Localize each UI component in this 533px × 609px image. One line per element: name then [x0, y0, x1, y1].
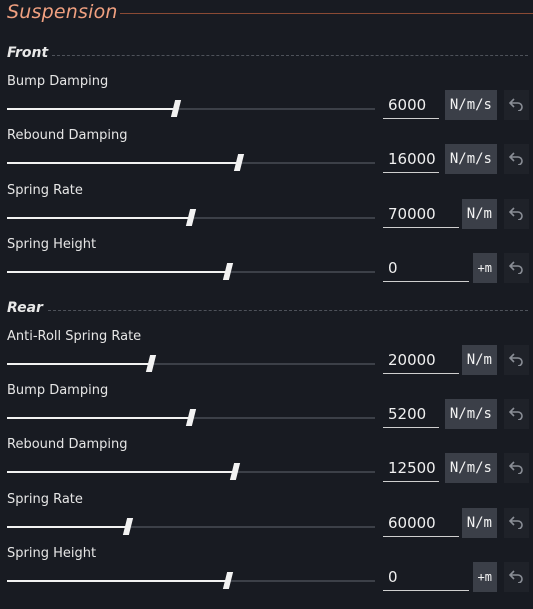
slider-fill	[7, 271, 228, 273]
slider-thumb[interactable]	[145, 355, 156, 372]
slider-track[interactable]	[7, 100, 375, 117]
unit-label: +m	[472, 253, 497, 283]
undo-arrow-icon	[509, 353, 523, 366]
setting-label: Spring Height	[7, 237, 97, 252]
undo-arrow-icon	[509, 407, 523, 420]
section-title-rear: Rear	[7, 300, 43, 316]
setting-row: Bump Damping 5200 N/m/s	[0, 383, 533, 437]
value-input[interactable]: 6000	[383, 92, 439, 119]
setting-row: Anti-Roll Spring Rate 20000 N/m	[0, 329, 533, 383]
unit-label: +m	[472, 562, 497, 592]
slider-thumb[interactable]	[230, 463, 241, 480]
slider-track[interactable]	[7, 463, 375, 480]
header-divider	[120, 13, 533, 14]
setting-row: Rebound Damping 16000 N/m/s	[0, 128, 533, 182]
setting-row: Spring Rate 60000 N/m	[0, 492, 533, 546]
slider-track[interactable]	[7, 572, 375, 589]
panel-header: Suspension	[0, 0, 533, 28]
setting-label: Spring Rate	[7, 183, 83, 198]
setting-row: Spring Height 0 +m	[0, 237, 533, 291]
reset-button[interactable]	[504, 90, 529, 120]
section-divider-rear	[48, 310, 528, 311]
setting-row: Spring Height 0 +m	[0, 546, 533, 600]
value-input[interactable]: 12500	[383, 455, 439, 482]
reset-button[interactable]	[504, 199, 529, 229]
undo-arrow-icon	[509, 152, 523, 165]
setting-label: Rebound Damping	[7, 437, 128, 452]
setting-label: Spring Rate	[7, 492, 83, 507]
undo-arrow-icon	[509, 516, 523, 529]
setting-row: Spring Rate 70000 N/m	[0, 183, 533, 237]
slider-thumb[interactable]	[233, 154, 244, 171]
slider-track[interactable]	[7, 355, 375, 372]
slider-fill	[7, 363, 151, 365]
unit-label: N/m/s	[444, 453, 497, 483]
setting-label: Spring Height	[7, 546, 97, 561]
reset-button[interactable]	[504, 453, 529, 483]
slider-track[interactable]	[7, 409, 375, 426]
reset-button[interactable]	[504, 508, 529, 538]
reset-button[interactable]	[504, 253, 529, 283]
reset-button[interactable]	[504, 345, 529, 375]
reset-button[interactable]	[504, 144, 529, 174]
section-divider-front	[52, 55, 528, 56]
unit-label: N/m	[461, 199, 497, 229]
setting-label: Bump Damping	[7, 383, 109, 398]
slider-fill	[7, 526, 129, 528]
value-input[interactable]: 0	[383, 564, 469, 591]
value-input[interactable]: 20000	[383, 347, 459, 374]
value-input[interactable]: 16000	[383, 146, 439, 173]
slider-thumb[interactable]	[185, 209, 197, 226]
setting-row: Rebound Damping 12500 N/m/s	[0, 437, 533, 491]
undo-arrow-icon	[509, 98, 523, 111]
unit-label: N/m/s	[444, 144, 497, 174]
undo-arrow-icon	[509, 461, 523, 474]
undo-arrow-icon	[509, 207, 523, 220]
slider-thumb[interactable]	[222, 263, 233, 280]
reset-button[interactable]	[504, 399, 529, 429]
slider-fill	[7, 471, 236, 473]
slider-thumb[interactable]	[171, 100, 182, 117]
value-input[interactable]: 5200	[383, 401, 439, 428]
setting-label: Rebound Damping	[7, 128, 128, 143]
value-input[interactable]: 70000	[383, 201, 459, 228]
slider-fill	[7, 217, 191, 219]
value-input[interactable]: 60000	[383, 510, 459, 537]
slider-track[interactable]	[7, 518, 375, 535]
setting-row: Bump Damping 6000 N/m/s	[0, 74, 533, 128]
section-title-front: Front	[7, 45, 49, 61]
reset-button[interactable]	[504, 562, 529, 592]
undo-arrow-icon	[509, 261, 523, 274]
slider-thumb[interactable]	[222, 572, 233, 589]
slider-track[interactable]	[7, 209, 375, 226]
slider-fill	[7, 580, 228, 582]
unit-label: N/m/s	[444, 399, 497, 429]
slider-thumb[interactable]	[123, 518, 134, 535]
setting-label: Bump Damping	[7, 74, 109, 89]
slider-fill	[7, 417, 191, 419]
undo-arrow-icon	[509, 570, 523, 583]
setting-label: Anti-Roll Spring Rate	[7, 329, 142, 344]
unit-label: N/m	[461, 345, 497, 375]
slider-track[interactable]	[7, 154, 375, 171]
unit-label: N/m	[461, 508, 497, 538]
slider-thumb[interactable]	[185, 409, 197, 426]
value-input[interactable]: 0	[383, 255, 469, 282]
unit-label: N/m/s	[444, 90, 497, 120]
slider-fill	[7, 162, 239, 164]
panel-title: Suspension	[7, 1, 118, 23]
slider-track[interactable]	[7, 263, 375, 280]
slider-fill	[7, 108, 177, 110]
